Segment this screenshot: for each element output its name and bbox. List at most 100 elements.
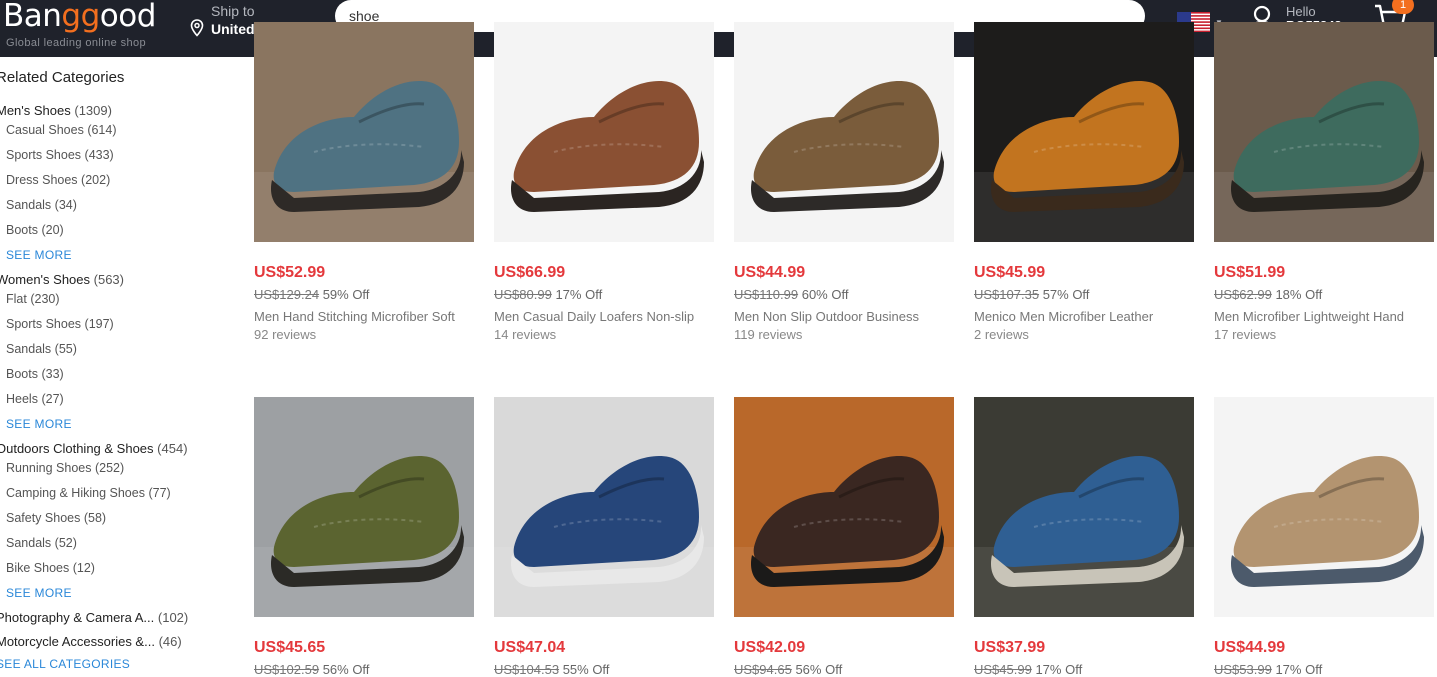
review-count[interactable]: 92 reviews — [254, 327, 316, 342]
ship-to-label: Ship to — [211, 3, 255, 19]
category-count: (27) — [41, 392, 64, 406]
product-image[interactable] — [1214, 22, 1434, 242]
category-count: (46) — [158, 634, 182, 649]
category-label: Casual Shoes — [6, 123, 84, 137]
category-motorcycle-accessories[interactable]: Motorcycle Accessories &... (46) — [0, 634, 182, 649]
product-title[interactable]: Men Hand Stitching Microfiber Soft — [254, 309, 474, 324]
product-title[interactable]: Men Microfiber Lightweight Hand — [1214, 309, 1434, 324]
see-more-link[interactable]: SEE MORE — [6, 248, 72, 262]
price-discount-line: US$104.53 55% Off — [494, 662, 609, 677]
discount-label: 17% Off — [1035, 662, 1083, 677]
product-image[interactable] — [254, 397, 474, 617]
category-label: Boots — [6, 223, 38, 237]
original-price: US$53.99 — [1214, 662, 1272, 677]
review-count[interactable]: 17 reviews — [1214, 327, 1276, 342]
subcategory-casual-shoes[interactable]: Casual Shoes (614) — [6, 123, 117, 137]
discount-label: 56% Off — [322, 662, 370, 677]
category-label: Photography & Camera A... — [0, 610, 155, 625]
category-label: Sports Shoes — [6, 148, 82, 162]
category-count: (34) — [54, 198, 77, 212]
see-more-link[interactable]: SEE MORE — [6, 417, 72, 431]
category-label: Sandals — [6, 198, 52, 212]
category-photography-camera-a[interactable]: Photography & Camera A... (102) — [0, 610, 188, 625]
subcategory-sports-shoes[interactable]: Sports Shoes (433) — [6, 148, 114, 162]
original-price: US$45.99 — [974, 662, 1032, 677]
category-label: Outdoors Clothing & Shoes — [0, 441, 154, 456]
category-label: SEE ALL CATEGORIES — [0, 657, 131, 671]
category-label: Dress Shoes — [6, 173, 78, 187]
product-image[interactable] — [1214, 397, 1434, 617]
shoe-image — [1214, 456, 1434, 617]
price-discount-line: US$80.99 17% Off — [494, 287, 602, 302]
product-image[interactable] — [734, 22, 954, 242]
subcategory-bike-shoes[interactable]: Bike Shoes (12) — [6, 561, 95, 575]
shoe-image — [254, 81, 474, 242]
category-men-s-shoes[interactable]: Men's Shoes (1309) — [0, 103, 112, 118]
product-price: US$44.99 — [1214, 639, 1286, 656]
see-all-categories-link[interactable]: SEE ALL CATEGORIES — [0, 657, 130, 671]
category-count: (55) — [54, 342, 77, 356]
subcategory-sandals[interactable]: Sandals (55) — [6, 342, 77, 356]
subcategory-heels[interactable]: Heels (27) — [6, 392, 64, 406]
shoe-image — [734, 81, 954, 242]
product-image[interactable] — [254, 22, 474, 242]
subcategory-camping-hiking-shoes[interactable]: Camping & Hiking Shoes (77) — [6, 486, 171, 500]
subcategory-flat[interactable]: Flat (230) — [6, 292, 60, 306]
subcategory-running-shoes[interactable]: Running Shoes (252) — [6, 461, 124, 475]
discount-label: 17% Off — [555, 287, 603, 302]
product-title[interactable]: Men Non Slip Outdoor Business — [734, 309, 954, 324]
category-label: Safety Shoes — [6, 511, 81, 525]
subcategory-sandals[interactable]: Sandals (34) — [6, 198, 77, 212]
product-image[interactable] — [734, 397, 954, 617]
discount-label: 57% Off — [1042, 287, 1090, 302]
category-count: (58) — [83, 511, 107, 525]
product-image[interactable] — [974, 397, 1194, 617]
subcategory-safety-shoes[interactable]: Safety Shoes (58) — [6, 511, 106, 525]
product-price: US$44.99 — [734, 264, 806, 281]
subcategory-sports-shoes[interactable]: Sports Shoes (197) — [6, 317, 114, 331]
category-count: (563) — [93, 272, 124, 287]
product-price: US$51.99 — [1214, 264, 1286, 281]
category-label: Men's Shoes — [0, 103, 71, 118]
subcategory-boots[interactable]: Boots (33) — [6, 367, 64, 381]
product-image[interactable] — [494, 397, 714, 617]
category-label: SEE MORE — [6, 248, 72, 262]
related-categories-heading: Related Categories — [0, 69, 125, 86]
category-label: Flat — [6, 292, 27, 306]
product-price: US$37.99 — [974, 639, 1046, 656]
discount-label: 56% Off — [795, 662, 843, 677]
subcategory-sandals[interactable]: Sandals (52) — [6, 536, 77, 550]
category-label: SEE MORE — [6, 586, 72, 600]
price-discount-line: US$45.99 17% Off — [974, 662, 1082, 677]
original-price: US$107.35 — [974, 287, 1040, 302]
category-label: Sports Shoes — [6, 317, 82, 331]
category-outdoors-clothing-shoes[interactable]: Outdoors Clothing & Shoes (454) — [0, 441, 188, 456]
review-count[interactable]: 119 reviews — [734, 327, 802, 342]
product-title[interactable]: Menico Men Microfiber Leather — [974, 309, 1194, 324]
category-count: (252) — [94, 461, 125, 475]
subcategory-boots[interactable]: Boots (20) — [6, 223, 64, 237]
see-more-link[interactable]: SEE MORE — [6, 586, 72, 600]
product-image[interactable] — [494, 22, 714, 242]
location-pin-icon — [190, 19, 204, 37]
category-label: Sandals — [6, 536, 52, 550]
product-price: US$45.99 — [974, 264, 1046, 281]
shoe-image — [494, 456, 714, 617]
category-label: Camping & Hiking Shoes — [6, 486, 145, 500]
original-price: US$94.65 — [734, 662, 792, 677]
category-count: (433) — [84, 148, 114, 162]
original-price: US$102.59 — [254, 662, 320, 677]
category-count: (33) — [41, 367, 64, 381]
category-women-s-shoes[interactable]: Women's Shoes (563) — [0, 272, 124, 287]
product-title[interactable]: Men Casual Daily Loafers Non-slip — [494, 309, 714, 324]
price-discount-line: US$107.35 57% Off — [974, 287, 1089, 302]
original-price: US$80.99 — [494, 287, 552, 302]
category-count: (20) — [41, 223, 64, 237]
product-price: US$66.99 — [494, 264, 566, 281]
category-count: (230) — [30, 292, 60, 306]
banggood-logo[interactable]: Banggood — [3, 0, 156, 34]
product-image[interactable] — [974, 22, 1194, 242]
review-count[interactable]: 2 reviews — [974, 327, 1029, 342]
review-count[interactable]: 14 reviews — [494, 327, 556, 342]
subcategory-dress-shoes[interactable]: Dress Shoes (202) — [6, 173, 110, 187]
